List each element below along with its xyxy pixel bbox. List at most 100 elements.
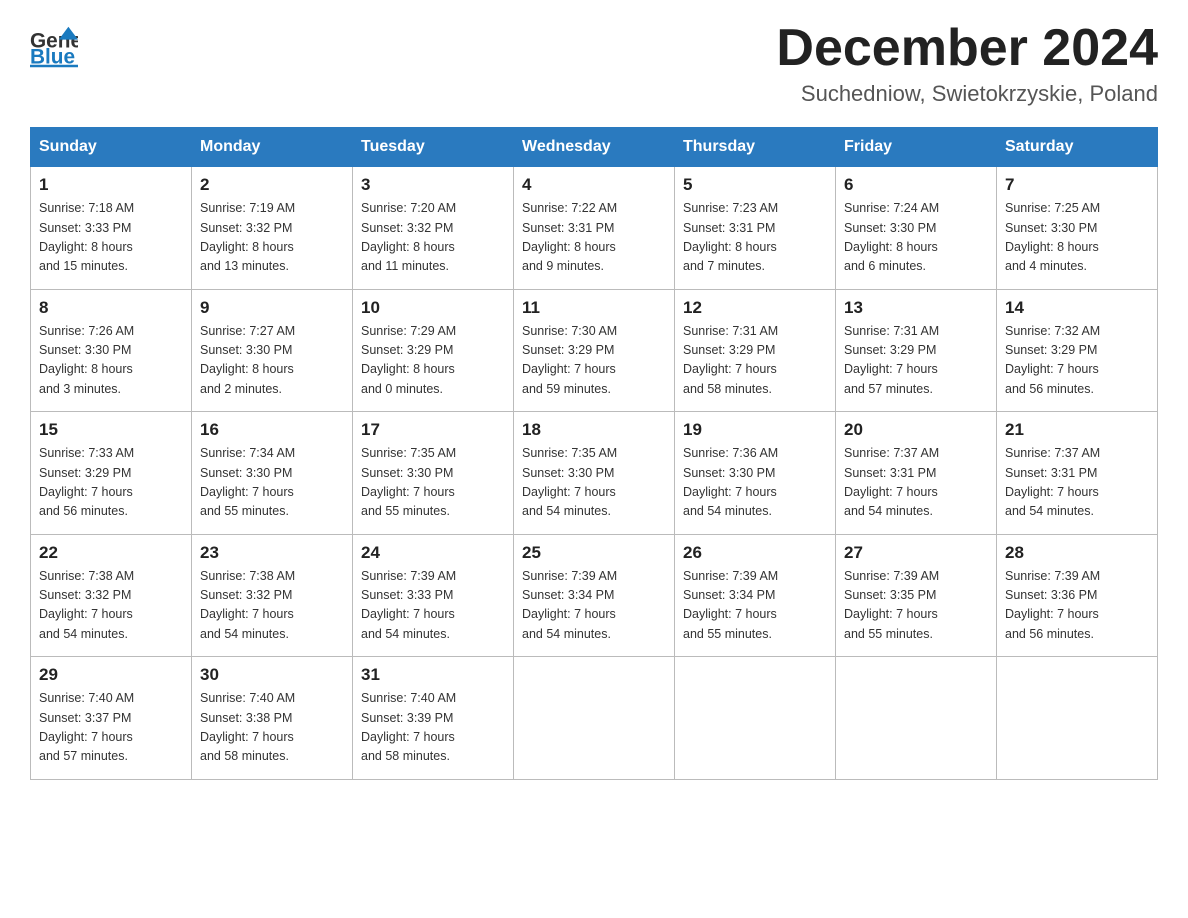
calendar-cell (997, 657, 1158, 780)
calendar-cell: 9Sunrise: 7:27 AMSunset: 3:30 PMDaylight… (192, 289, 353, 412)
day-info: Sunrise: 7:32 AMSunset: 3:29 PMDaylight:… (1005, 322, 1149, 400)
day-number: 24 (361, 543, 505, 563)
day-info: Sunrise: 7:40 AMSunset: 3:38 PMDaylight:… (200, 689, 344, 767)
day-number: 7 (1005, 175, 1149, 195)
calendar-cell: 24 Sunrise: 7:39 AMSunset: 3:33 PMDayligh… (353, 534, 514, 657)
calendar-cell: 11 Sunrise: 7:30 AMSunset: 3:29 PMDayligh… (514, 289, 675, 412)
calendar-cell: 19 Sunrise: 7:36 AMSunset: 3:30 PMDayligh… (675, 412, 836, 535)
day-info: Sunrise: 7:38 AMSunset: 3:32 PMDaylight:… (39, 567, 183, 645)
header-monday: Monday (192, 128, 353, 167)
calendar-week-3: 15Sunrise: 7:33 AMSunset: 3:29 PMDayligh… (31, 412, 1158, 535)
day-info: Sunrise: 7:39 AMSunset: 3:34 PMDaylight:… (683, 567, 827, 645)
calendar-cell: 16 Sunrise: 7:34 AMSunset: 3:30 PMDayligh… (192, 412, 353, 535)
header-friday: Friday (836, 128, 997, 167)
header-tuesday: Tuesday (353, 128, 514, 167)
calendar-cell: 21 Sunrise: 7:37 AMSunset: 3:31 PMDayligh… (997, 412, 1158, 535)
day-info: Sunrise: 7:25 AMSunset: 3:30 PMDaylight:… (1005, 199, 1149, 277)
calendar-week-1: 1 Sunrise: 7:18 AMSunset: 3:33 PMDaylight… (31, 167, 1158, 290)
logo: General Blue (30, 20, 84, 68)
calendar-cell: 23 Sunrise: 7:38 AMSunset: 3:32 PMDayligh… (192, 534, 353, 657)
calendar-cell: 28 Sunrise: 7:39 AMSunset: 3:36 PMDayligh… (997, 534, 1158, 657)
header-wednesday: Wednesday (514, 128, 675, 167)
calendar-cell: 26Sunrise: 7:39 AMSunset: 3:34 PMDayligh… (675, 534, 836, 657)
day-number: 2 (200, 175, 344, 195)
day-number: 15 (39, 420, 183, 440)
day-info: Sunrise: 7:38 AMSunset: 3:32 PMDaylight:… (200, 567, 344, 645)
calendar-cell: 12Sunrise: 7:31 AMSunset: 3:29 PMDayligh… (675, 289, 836, 412)
day-info: Sunrise: 7:27 AMSunset: 3:30 PMDaylight:… (200, 322, 344, 400)
location-subtitle: Suchedniow, Swietokrzyskie, Poland (776, 81, 1158, 107)
day-info: Sunrise: 7:35 AMSunset: 3:30 PMDaylight:… (361, 444, 505, 522)
day-info: Sunrise: 7:30 AMSunset: 3:29 PMDaylight:… (522, 322, 666, 400)
day-number: 10 (361, 298, 505, 318)
day-number: 14 (1005, 298, 1149, 318)
calendar-cell: 8Sunrise: 7:26 AMSunset: 3:30 PMDaylight… (31, 289, 192, 412)
page-header: General Blue December 2024 Suchedniow, S… (30, 20, 1158, 107)
calendar-cell: 3 Sunrise: 7:20 AMSunset: 3:32 PMDaylight… (353, 167, 514, 290)
logo-icon: General Blue (30, 20, 78, 68)
calendar-cell: 1 Sunrise: 7:18 AMSunset: 3:33 PMDaylight… (31, 167, 192, 290)
day-number: 18 (522, 420, 666, 440)
day-info: Sunrise: 7:29 AMSunset: 3:29 PMDaylight:… (361, 322, 505, 400)
calendar-cell: 18 Sunrise: 7:35 AMSunset: 3:30 PMDayligh… (514, 412, 675, 535)
day-info: Sunrise: 7:39 AMSunset: 3:35 PMDaylight:… (844, 567, 988, 645)
day-number: 4 (522, 175, 666, 195)
calendar-cell: 20Sunrise: 7:37 AMSunset: 3:31 PMDayligh… (836, 412, 997, 535)
header-saturday: Saturday (997, 128, 1158, 167)
day-number: 31 (361, 665, 505, 685)
day-number: 8 (39, 298, 183, 318)
calendar-week-5: 29Sunrise: 7:40 AMSunset: 3:37 PMDayligh… (31, 657, 1158, 780)
calendar-cell: 14 Sunrise: 7:32 AMSunset: 3:29 PMDayligh… (997, 289, 1158, 412)
day-number: 16 (200, 420, 344, 440)
day-info: Sunrise: 7:22 AMSunset: 3:31 PMDaylight:… (522, 199, 666, 277)
day-info: Sunrise: 7:24 AMSunset: 3:30 PMDaylight:… (844, 199, 988, 277)
day-info: Sunrise: 7:18 AMSunset: 3:33 PMDaylight:… (39, 199, 183, 277)
day-info: Sunrise: 7:39 AMSunset: 3:34 PMDaylight:… (522, 567, 666, 645)
day-number: 29 (39, 665, 183, 685)
day-number: 23 (200, 543, 344, 563)
calendar-week-2: 8Sunrise: 7:26 AMSunset: 3:30 PMDaylight… (31, 289, 1158, 412)
day-info: Sunrise: 7:20 AMSunset: 3:32 PMDaylight:… (361, 199, 505, 277)
calendar-cell: 29Sunrise: 7:40 AMSunset: 3:37 PMDayligh… (31, 657, 192, 780)
day-number: 6 (844, 175, 988, 195)
day-number: 5 (683, 175, 827, 195)
day-info: Sunrise: 7:39 AMSunset: 3:33 PMDaylight:… (361, 567, 505, 645)
day-number: 27 (844, 543, 988, 563)
day-info: Sunrise: 7:31 AMSunset: 3:29 PMDaylight:… (844, 322, 988, 400)
day-number: 28 (1005, 543, 1149, 563)
calendar-cell: 31 Sunrise: 7:40 AMSunset: 3:39 PMDayligh… (353, 657, 514, 780)
calendar-cell: 7 Sunrise: 7:25 AMSunset: 3:30 PMDaylight… (997, 167, 1158, 290)
day-number: 25 (522, 543, 666, 563)
calendar-cell (836, 657, 997, 780)
day-info: Sunrise: 7:35 AMSunset: 3:30 PMDaylight:… (522, 444, 666, 522)
day-number: 21 (1005, 420, 1149, 440)
calendar-table: Sunday Monday Tuesday Wednesday Thursday… (30, 127, 1158, 780)
calendar-cell: 25 Sunrise: 7:39 AMSunset: 3:34 PMDayligh… (514, 534, 675, 657)
calendar-cell: 6 Sunrise: 7:24 AMSunset: 3:30 PMDaylight… (836, 167, 997, 290)
day-number: 17 (361, 420, 505, 440)
calendar-cell: 30 Sunrise: 7:40 AMSunset: 3:38 PMDayligh… (192, 657, 353, 780)
calendar-cell: 2Sunrise: 7:19 AMSunset: 3:32 PMDaylight… (192, 167, 353, 290)
day-number: 3 (361, 175, 505, 195)
day-info: Sunrise: 7:39 AMSunset: 3:36 PMDaylight:… (1005, 567, 1149, 645)
day-number: 19 (683, 420, 827, 440)
calendar-cell: 15Sunrise: 7:33 AMSunset: 3:29 PMDayligh… (31, 412, 192, 535)
day-info: Sunrise: 7:40 AMSunset: 3:39 PMDaylight:… (361, 689, 505, 767)
calendar-week-4: 22 Sunrise: 7:38 AMSunset: 3:32 PMDayligh… (31, 534, 1158, 657)
header-thursday: Thursday (675, 128, 836, 167)
day-number: 20 (844, 420, 988, 440)
day-number: 30 (200, 665, 344, 685)
day-info: Sunrise: 7:34 AMSunset: 3:30 PMDaylight:… (200, 444, 344, 522)
svg-text:Blue: Blue (30, 46, 75, 68)
day-number: 1 (39, 175, 183, 195)
day-info: Sunrise: 7:37 AMSunset: 3:31 PMDaylight:… (1005, 444, 1149, 522)
calendar-cell: 22 Sunrise: 7:38 AMSunset: 3:32 PMDayligh… (31, 534, 192, 657)
day-number: 11 (522, 298, 666, 318)
calendar-cell: 27 Sunrise: 7:39 AMSunset: 3:35 PMDayligh… (836, 534, 997, 657)
calendar-cell (514, 657, 675, 780)
calendar-cell: 10 Sunrise: 7:29 AMSunset: 3:29 PMDayligh… (353, 289, 514, 412)
day-number: 22 (39, 543, 183, 563)
calendar-header-row: Sunday Monday Tuesday Wednesday Thursday… (31, 128, 1158, 167)
day-info: Sunrise: 7:36 AMSunset: 3:30 PMDaylight:… (683, 444, 827, 522)
day-number: 13 (844, 298, 988, 318)
